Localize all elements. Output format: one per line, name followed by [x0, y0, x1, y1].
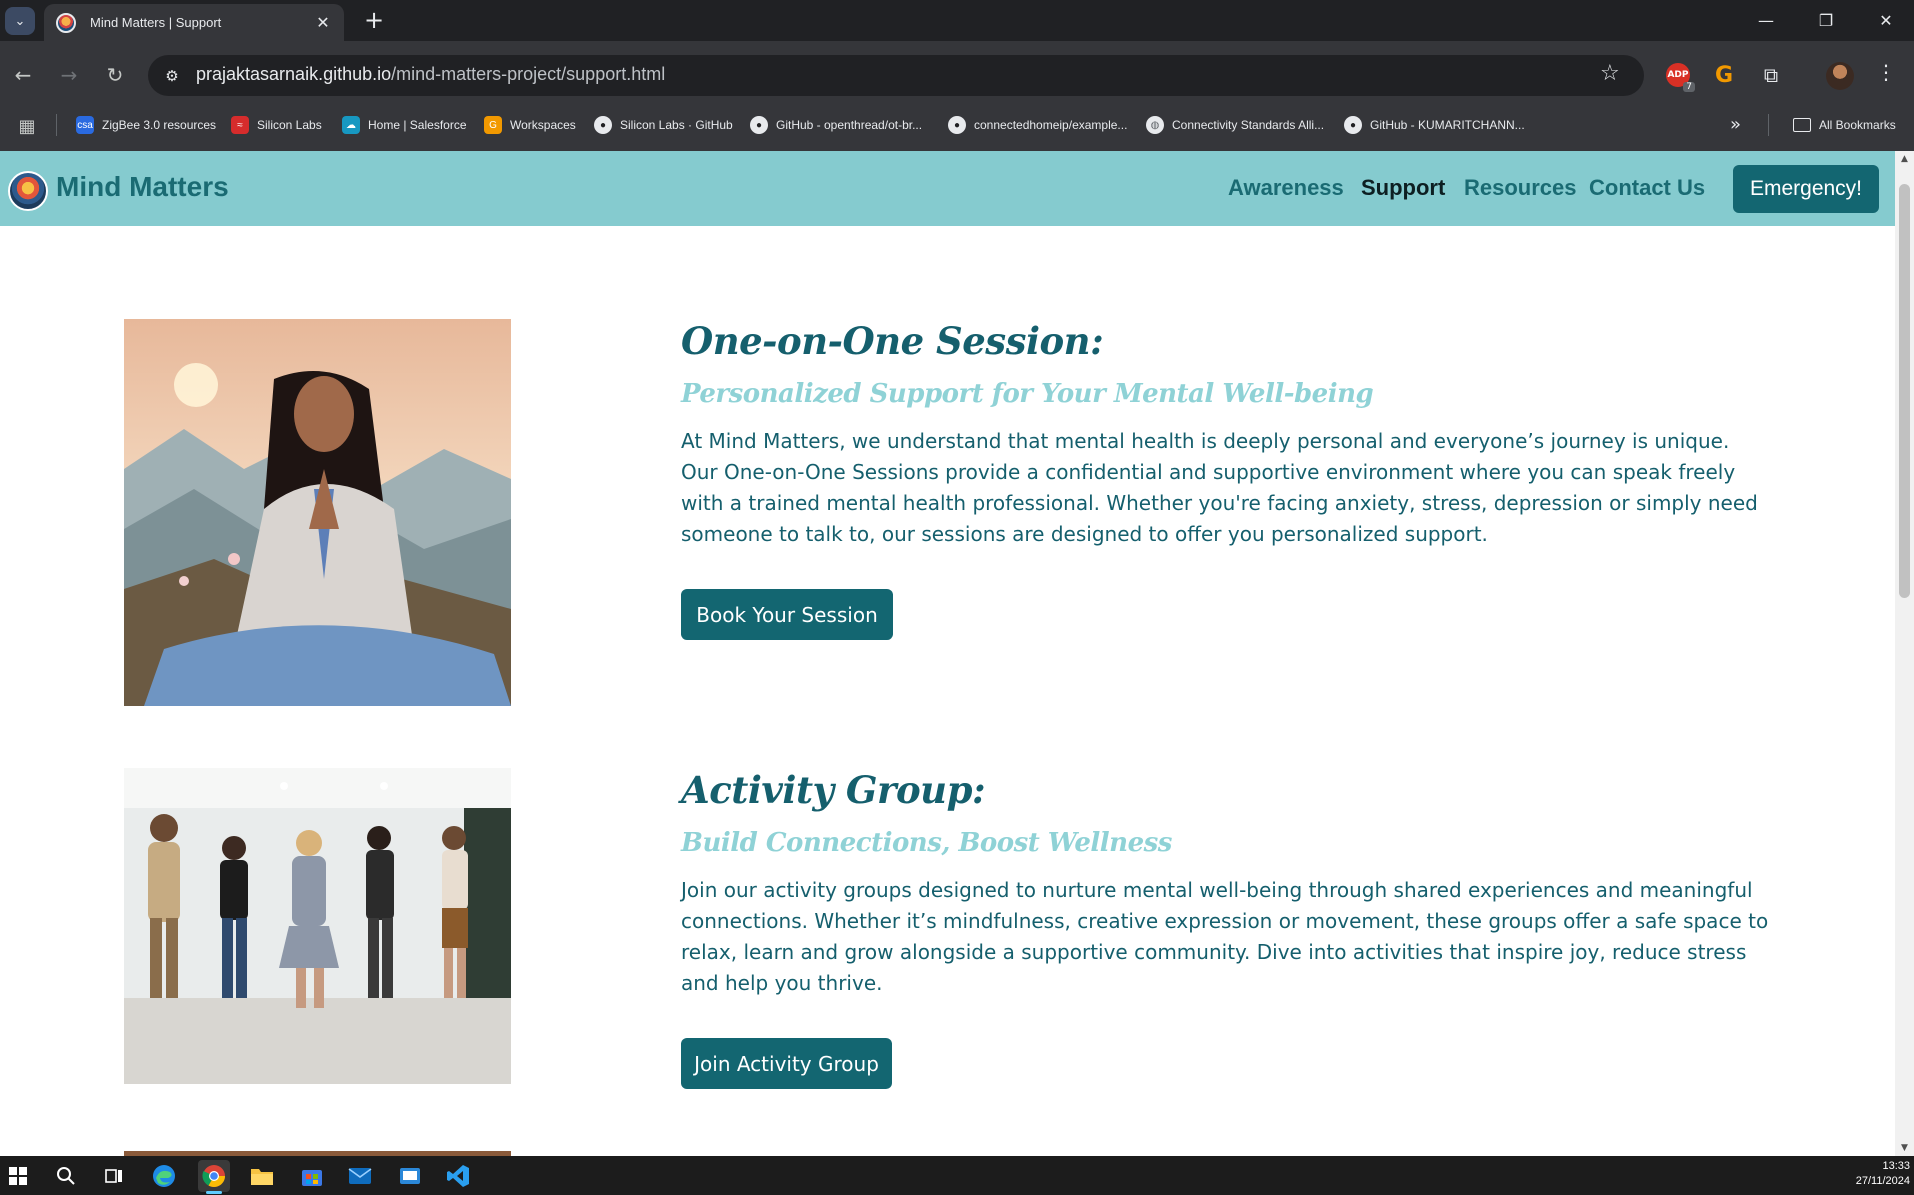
nav-support[interactable]: Support [1361, 175, 1445, 201]
bookmark-star-icon[interactable]: ☆ [1600, 61, 1620, 86]
bookmark-item[interactable]: ● GitHub - openthread/ot-br... [750, 113, 922, 137]
section-subtitle: Personalized Support for Your Mental Wel… [681, 379, 1374, 409]
section-description: Join our activity groups designed to nur… [681, 878, 1769, 995]
scrollbar-thumb[interactable] [1899, 184, 1910, 598]
bookmark-item[interactable]: G Workspaces [484, 113, 576, 137]
extensions-puzzle-icon[interactable]: ⧉ [1756, 60, 1786, 90]
book-session-button[interactable]: Book Your Session [681, 589, 893, 640]
bookmark-label: connectedhomeip/example... [974, 118, 1128, 132]
web-page: Mind Matters Awareness Support Resources… [0, 151, 1895, 1156]
bookmark-item[interactable]: csa ZigBee 3.0 resources [76, 113, 216, 137]
page-scrollbar[interactable]: ▲ ▼ [1895, 151, 1914, 1156]
mail-icon[interactable] [344, 1160, 376, 1192]
vscode-icon[interactable] [442, 1160, 474, 1192]
clock-time: 13:33 [1882, 1160, 1910, 1172]
bookmark-label: Silicon Labs · GitHub [620, 118, 733, 132]
address-bar-url[interactable]: prajaktasarnaik.github.io/mind-matters-p… [196, 64, 665, 85]
close-window-icon[interactable]: ✕ [1856, 0, 1914, 41]
back-arrow-icon[interactable]: ← [8, 60, 38, 90]
apps-grid-icon[interactable]: ▦ [16, 115, 38, 137]
salesforce-cloud-icon: ☁ [342, 116, 360, 134]
g-extension-icon[interactable]: G [1709, 60, 1739, 90]
windows-taskbar [0, 1156, 1914, 1195]
bookmark-label: ZigBee 3.0 resources [102, 118, 217, 132]
site-header: Mind Matters Awareness Support Resources… [0, 151, 1895, 226]
search-icon[interactable] [50, 1160, 82, 1192]
mind-matters-favicon-icon [56, 12, 76, 33]
profile-avatar[interactable] [1826, 62, 1854, 90]
file-explorer-icon[interactable] [246, 1160, 278, 1192]
browser-tab-active[interactable]: Mind Matters | Support ✕ [44, 4, 344, 41]
section-title: Activity Group: [681, 768, 986, 812]
scroll-up-arrow-icon[interactable]: ▲ [1895, 151, 1914, 167]
github-icon: ● [594, 116, 612, 134]
meditating-woman-photo [124, 319, 511, 706]
folder-icon [1793, 118, 1811, 132]
url-path: /mind-matters-project/support.html [391, 64, 666, 84]
bookmark-item[interactable]: ● GitHub - KUMARITCHANN... [1344, 113, 1525, 137]
section-subtitle: Build Connections, Boost Wellness [681, 828, 1172, 858]
clock-date: 27/11/2024 [1855, 1175, 1910, 1187]
nav-contact-us[interactable]: Contact Us [1589, 175, 1705, 201]
section-description: At Mind Matters, we understand that ment… [681, 429, 1758, 546]
tab-close-icon[interactable]: ✕ [314, 13, 332, 32]
tab-search-chevron-icon[interactable]: ⌄ [5, 7, 35, 35]
github-icon: ● [1344, 116, 1362, 134]
tab-title: Mind Matters | Support [90, 15, 222, 30]
system-clock[interactable]: 13:33 27/11/2024 [1840, 1159, 1910, 1189]
bookmark-divider [1768, 114, 1769, 136]
nav-awareness[interactable]: Awareness [1228, 175, 1344, 201]
microsoft-store-icon[interactable] [296, 1160, 328, 1192]
adp-extension-icon[interactable]: ADP 7 [1663, 60, 1695, 92]
bookmark-label: Home | Salesforce [368, 118, 467, 132]
bookmark-label: GitHub - openthread/ot-br... [776, 118, 923, 132]
join-activity-group-button[interactable]: Join Activity Group [681, 1038, 892, 1089]
adp-count: 7 [1683, 82, 1695, 92]
dancing-group-photo [124, 768, 511, 1084]
bookmark-item[interactable]: ☁ Home | Salesforce [342, 113, 467, 137]
bookmark-item[interactable]: ◍ Connectivity Standards Alli... [1146, 113, 1324, 137]
bookmark-label: Workspaces [510, 118, 576, 132]
emergency-button[interactable]: Emergency! [1733, 165, 1879, 213]
minimize-window-icon[interactable]: — [1736, 0, 1796, 41]
bookmark-divider [56, 114, 57, 136]
all-bookmarks-label: All Bookmarks [1819, 118, 1896, 132]
github-icon: ● [948, 116, 966, 134]
bookmark-label: Silicon Labs [257, 118, 322, 132]
browser-menu-dots-icon[interactable]: ⋮ [1876, 60, 1896, 84]
section-title: One-on-One Session: [681, 319, 1104, 363]
github-icon: ● [750, 116, 768, 134]
mind-matters-logo[interactable] [8, 171, 48, 211]
all-bookmarks-button[interactable]: All Bookmarks [1793, 113, 1896, 137]
bookmark-label: GitHub - KUMARITCHANN... [1370, 118, 1525, 132]
bookmark-item[interactable]: ● Silicon Labs · GitHub [594, 113, 733, 137]
bookmark-label: Connectivity Standards Alli... [1172, 118, 1325, 132]
scroll-down-arrow-icon[interactable]: ▼ [1895, 1140, 1914, 1156]
browser-tab-strip: ⌄ Mind Matters | Support ✕ + — ❐ ✕ [0, 0, 1914, 41]
whiteboard-app-icon[interactable] [394, 1160, 426, 1192]
nav-resources[interactable]: Resources [1464, 175, 1577, 201]
windows-start-icon[interactable] [2, 1160, 34, 1192]
new-tab-plus-icon[interactable]: + [360, 6, 388, 34]
more-bookmarks-chevron-icon[interactable]: » [1730, 114, 1741, 135]
forward-arrow-icon[interactable]: → [54, 60, 84, 90]
csa-icon: csa [76, 116, 94, 134]
globe-icon: ◍ [1146, 116, 1164, 134]
task-view-icon[interactable] [98, 1160, 130, 1192]
site-name[interactable]: Mind Matters [56, 171, 229, 203]
url-host: prajaktasarnaik.github.io [196, 64, 392, 84]
silabs-icon: ≈ [231, 116, 249, 134]
bookmark-item[interactable]: ≈ Silicon Labs [231, 113, 322, 137]
restore-window-icon[interactable]: ❐ [1796, 0, 1856, 41]
reload-icon[interactable]: ↻ [100, 60, 130, 90]
workspaces-icon: G [484, 116, 502, 134]
chrome-browser-icon[interactable] [198, 1160, 230, 1194]
bookmark-item[interactable]: ● connectedhomeip/example... [948, 113, 1127, 137]
site-info-tune-icon[interactable]: ⚙ [160, 64, 184, 88]
edge-browser-icon[interactable] [148, 1160, 180, 1192]
